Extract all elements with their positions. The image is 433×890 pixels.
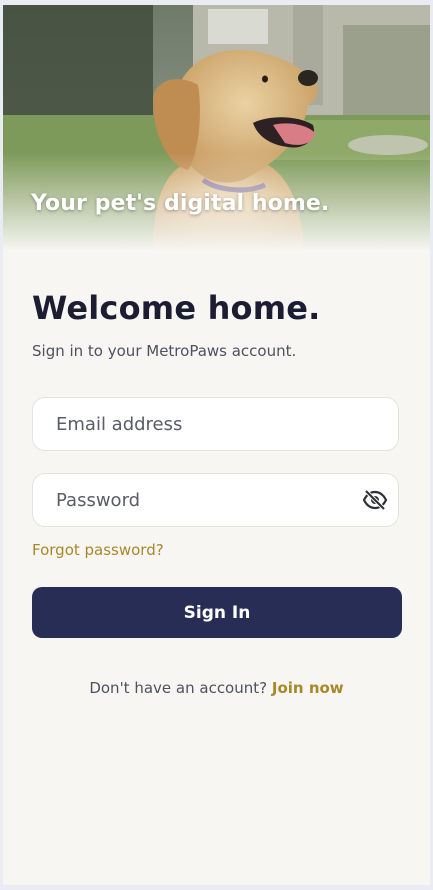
forgot-password-link[interactable]: Forgot password?: [32, 541, 164, 559]
hero-tagline: Your pet's digital home.: [31, 191, 330, 216]
eye-off-icon[interactable]: [362, 489, 388, 511]
join-now-link[interactable]: Join now: [272, 679, 344, 697]
email-input[interactable]: [33, 398, 398, 450]
page-subtitle: Sign in to your MetroPaws account.: [32, 342, 297, 360]
password-input[interactable]: [33, 474, 398, 526]
hero-banner: Your pet's digital home.: [3, 5, 430, 251]
password-field[interactable]: [32, 473, 399, 527]
signup-prompt-text: Don't have an account?: [89, 679, 268, 697]
email-field[interactable]: [32, 397, 399, 451]
login-screen: Your pet's digital home. Welcome home. S…: [3, 5, 430, 885]
page-title: Welcome home.: [32, 289, 321, 327]
signup-prompt: Don't have an account? Join now: [3, 679, 430, 697]
sign-in-button[interactable]: Sign In: [32, 587, 402, 638]
